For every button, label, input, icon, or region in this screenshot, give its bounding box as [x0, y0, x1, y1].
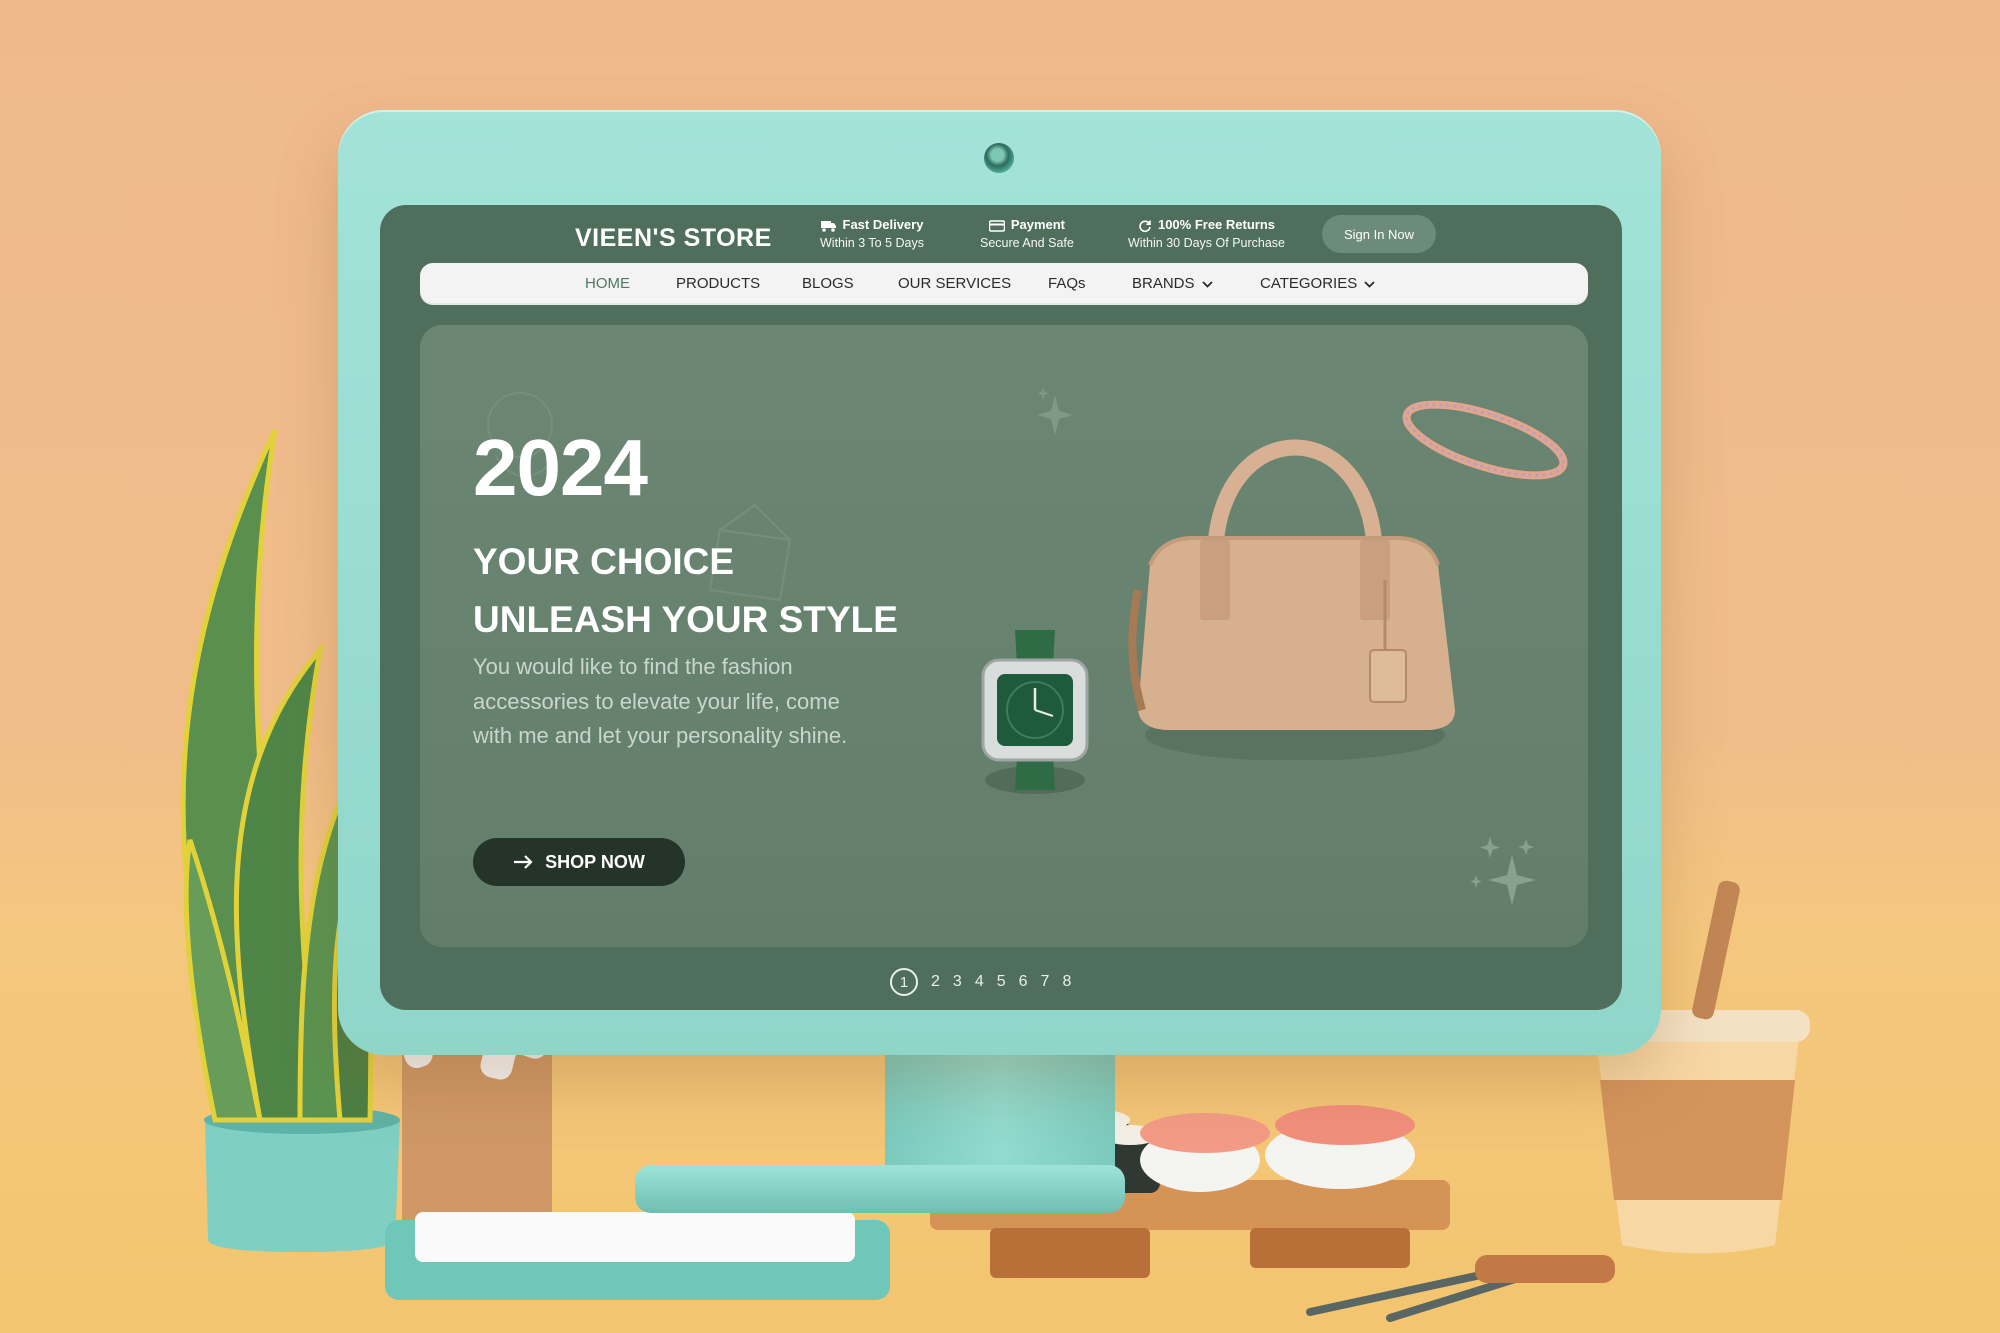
feature-payment: Payment Secure And Safe [980, 215, 1074, 252]
nav-item-blogs[interactable]: BLOGS [802, 263, 854, 305]
page-6[interactable]: 6 [1019, 973, 1028, 991]
nav-item-faqs[interactable]: FAQs [1048, 263, 1086, 305]
feature-fast-delivery: Fast Delivery Within 3 To 5 Days [820, 215, 924, 252]
product-watch-image[interactable] [975, 630, 1095, 800]
feature-title: 100% Free Returns [1157, 217, 1276, 232]
nav-item-products[interactable]: PRODUCTS [676, 263, 760, 305]
page-3[interactable]: 3 [953, 973, 962, 991]
feature-title: Payment [1010, 217, 1066, 232]
feature-subtitle: Within 3 To 5 Days [820, 236, 924, 250]
card-icon [988, 219, 1005, 232]
shop-now-button[interactable]: SHOP NOW [473, 838, 685, 886]
page-7[interactable]: 7 [1041, 973, 1050, 991]
product-bracelet-image[interactable] [1395, 385, 1575, 495]
hero-year: 2024 [473, 423, 648, 512]
arrow-right-icon [514, 855, 533, 869]
webcam-icon [984, 143, 1014, 173]
hero-banner: 2024 YOUR CHOICE UNLEASH YOUR STYLE You … [420, 325, 1588, 947]
shop-now-label: SHOP NOW [545, 851, 645, 872]
sign-in-button[interactable]: Sign In Now [1322, 215, 1436, 253]
sparkle-icon [1470, 837, 1536, 905]
store-logo[interactable]: VIEEN'S STORE [575, 218, 795, 258]
page-2[interactable]: 2 [931, 973, 940, 991]
hero-pagination: 1 2 3 4 5 6 7 8 [890, 967, 1071, 997]
feature-free-returns: 100% Free Returns Within 30 Days Of Purc… [1128, 215, 1285, 252]
page-4[interactable]: 4 [975, 973, 984, 991]
hero-headline-1: YOUR CHOICE [473, 541, 735, 582]
truck-icon [820, 220, 836, 232]
page-8[interactable]: 8 [1062, 973, 1071, 991]
hero-description: You would like to find the fashion acces… [473, 654, 848, 748]
main-nav: HOME PRODUCTS BLOGS OUR SERVICES FAQs BR… [420, 263, 1588, 305]
sparkle-icon [1037, 387, 1073, 435]
feature-title: Fast Delivery [842, 217, 924, 232]
nav-item-label: BRANDS [1132, 275, 1195, 292]
refresh-icon [1139, 220, 1151, 232]
nav-item-home[interactable]: HOME [585, 263, 630, 305]
nav-item-brands[interactable]: BRANDS [1132, 263, 1213, 305]
nav-item-categories[interactable]: CATEGORIES [1260, 263, 1375, 305]
feature-subtitle: Within 30 Days Of Purchase [1128, 236, 1286, 250]
page-5[interactable]: 5 [997, 973, 1006, 991]
chevron-down-icon [1201, 280, 1213, 288]
nav-item-our-services[interactable]: OUR SERVICES [898, 263, 1011, 305]
nav-item-label: CATEGORIES [1260, 275, 1358, 292]
page-1[interactable]: 1 [890, 968, 918, 996]
chevron-down-icon [1364, 280, 1375, 288]
monitor-stand-base [635, 1165, 1125, 1213]
website-screen: VIEEN'S STORE Fast Delivery Within 3 To … [380, 205, 1622, 1010]
feature-subtitle: Secure And Safe [980, 236, 1074, 250]
hero-headline-2: UNLEASH YOUR STYLE [473, 599, 898, 640]
